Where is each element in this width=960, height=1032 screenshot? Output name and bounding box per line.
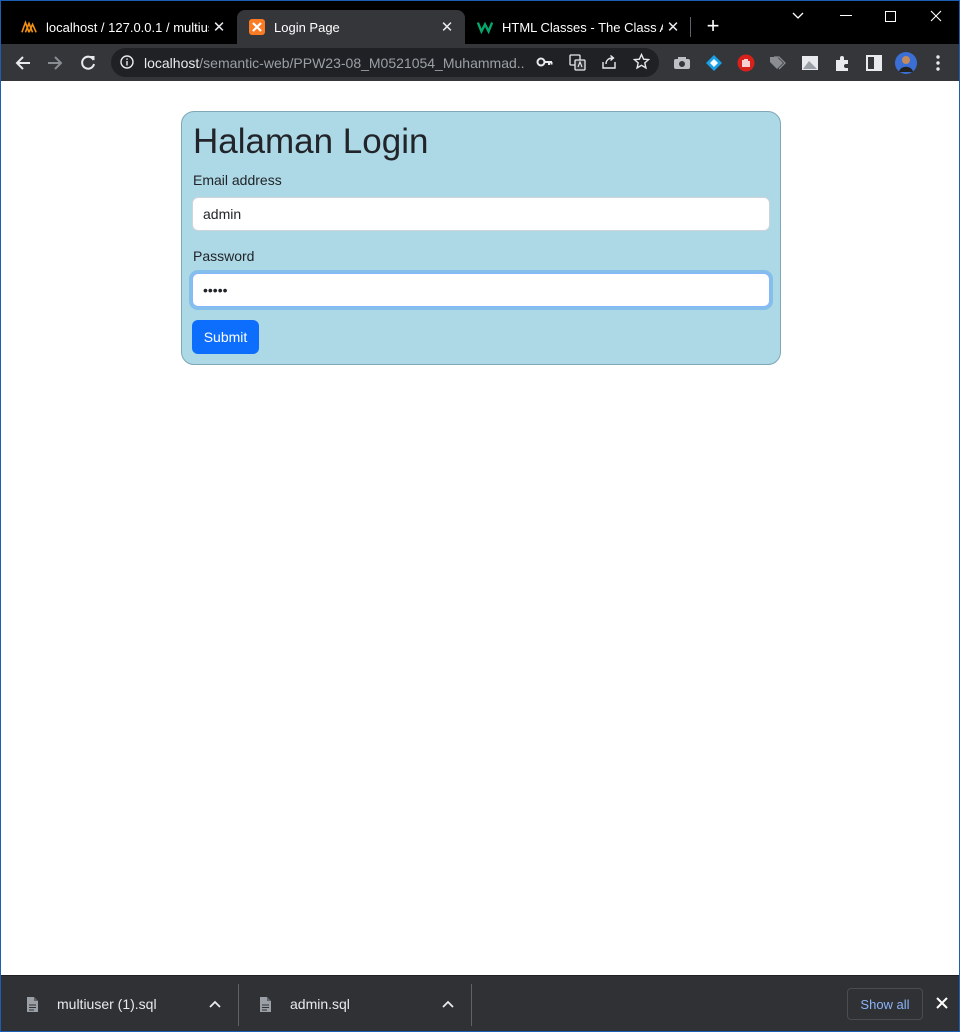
share-icon[interactable] <box>601 54 617 75</box>
email-field[interactable] <box>192 197 770 231</box>
address-bar[interactable]: localhost/semantic-web/PPW23-08_M0521054… <box>111 48 659 77</box>
minimize-window-icon[interactable] <box>823 1 869 31</box>
browser-toolbar: localhost/semantic-web/PPW23-08_M0521054… <box>1 44 959 81</box>
tab-login-page[interactable]: Login Page ✕ <box>237 10 465 44</box>
password-label: Password <box>193 248 255 264</box>
tab-title: Login Page <box>274 19 340 35</box>
email-label: Email address <box>193 172 282 188</box>
kebab-menu-icon[interactable] <box>927 52 949 74</box>
download-separator <box>238 984 239 1026</box>
extensions-puzzle-icon[interactable] <box>831 52 853 74</box>
tab-phpmyadmin[interactable]: localhost / 127.0.0.1 / multiuser ✕ <box>9 10 237 44</box>
maximize-window-icon[interactable] <box>867 1 913 31</box>
file-icon <box>256 994 274 1014</box>
translate-icon[interactable] <box>569 54 586 76</box>
tab-separator <box>690 17 691 37</box>
download-separator <box>471 984 472 1026</box>
forward-arrow-icon[interactable] <box>42 50 68 76</box>
page-title: Halaman Login <box>193 122 429 161</box>
show-all-button[interactable]: Show all <box>847 988 923 1020</box>
close-window-icon[interactable] <box>913 1 959 31</box>
image-extension-icon[interactable] <box>799 52 821 74</box>
password-key-icon[interactable] <box>536 54 554 75</box>
side-panel-icon[interactable] <box>863 52 885 74</box>
diamond-extension-icon[interactable] <box>703 52 725 74</box>
submit-button[interactable]: Submit <box>192 320 259 354</box>
back-arrow-icon[interactable] <box>10 50 36 76</box>
close-tab-icon[interactable]: ✕ <box>437 17 457 37</box>
password-field[interactable] <box>192 273 770 307</box>
close-download-bar-icon[interactable] <box>931 992 953 1014</box>
login-card: Halaman Login Email address Password Sub… <box>181 111 781 365</box>
bookmark-star-icon[interactable] <box>632 52 651 75</box>
download-bar: multiuser (1).sql admin.sql Show all <box>1 975 959 1031</box>
camera-extension-icon[interactable] <box>671 52 693 74</box>
reload-icon[interactable] <box>75 50 101 76</box>
download-item[interactable]: multiuser (1).sql <box>23 988 157 1020</box>
tag-extension-icon[interactable] <box>767 52 789 74</box>
url-text: localhost/semantic-web/PPW23-08_M0521054… <box>144 55 524 71</box>
site-info-icon[interactable] <box>120 55 134 74</box>
tab-w3schools[interactable]: HTML Classes - The Class Attribute ✕ <box>465 10 691 44</box>
download-item[interactable]: admin.sql <box>256 988 350 1020</box>
url-path: /semantic-web/PPW23-08_M0521054_Muhammad… <box>199 55 524 71</box>
download-filename: multiuser (1).sql <box>57 996 157 1012</box>
phpmyadmin-icon <box>21 19 37 35</box>
tab-title: HTML Classes - The Class Attribute <box>502 19 663 35</box>
url-host: localhost <box>144 55 200 71</box>
file-icon <box>23 994 41 1014</box>
adblock-hand-icon[interactable] <box>735 52 757 74</box>
tab-strip: localhost / 127.0.0.1 / multiuser ✕ Logi… <box>1 1 959 44</box>
new-tab-button[interactable]: + <box>701 15 725 39</box>
chevron-up-icon[interactable] <box>436 990 460 1018</box>
tab-title: localhost / 127.0.0.1 / multiuser <box>46 19 209 35</box>
chevron-up-icon[interactable] <box>203 990 227 1018</box>
profile-avatar[interactable] <box>894 51 918 75</box>
w3schools-icon <box>477 19 493 35</box>
xampp-icon <box>249 19 265 35</box>
download-filename: admin.sql <box>290 996 350 1012</box>
tab-search-chevron-icon[interactable] <box>775 1 821 31</box>
close-tab-icon[interactable]: ✕ <box>663 17 683 37</box>
close-tab-icon[interactable]: ✕ <box>209 17 229 37</box>
